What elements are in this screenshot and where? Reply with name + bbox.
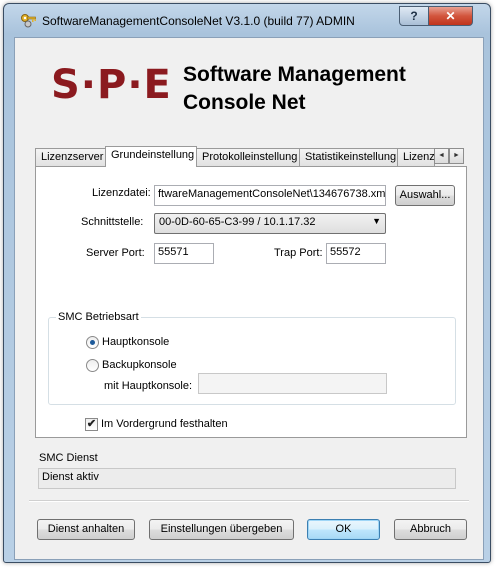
cancel-button[interactable]: Abbruch [394,519,467,540]
main-console-input[interactable] [198,373,387,394]
service-section-title: SMC Dienst [39,452,98,464]
stop-service-button[interactable]: Dienst anhalten [37,519,135,540]
close-button[interactable]: ✕ [428,6,473,26]
mode-group-title: SMC Betriebsart [56,311,141,323]
tab-grundeinstellung[interactable]: Grundeinstellung [105,146,197,167]
tab-scroll-right-icon[interactable]: ► [449,148,464,164]
interface-label: Schnittstelle: [81,216,144,228]
apply-settings-button[interactable]: Einstellungen übergeben [149,519,294,540]
foreground-checkbox[interactable]: ✔ [85,418,98,431]
trap-port-label: Trap Port: [274,247,323,259]
ok-button[interactable]: OK [307,519,380,540]
main-console-label: mit Hauptkonsole: [104,380,193,392]
foreground-checkbox-label[interactable]: Im Vordergrund festhalten [101,418,228,430]
tab-statistikeinstellung[interactable]: Statistikeinstellung [299,148,398,166]
server-port-label: Server Port: [86,247,145,259]
radio-backupkonsole-label[interactable]: Backupkonsole [102,359,177,371]
help-button[interactable]: ? [399,6,429,26]
radio-hauptkonsole[interactable] [86,336,99,349]
dialog-client-area: S·P·E Software Management Console Net Li… [14,37,484,560]
window-title: SoftwareManagementConsoleNet V3.1.0 (bui… [42,14,355,28]
tab-lizenzserver[interactable]: Lizenzserver [35,148,106,166]
radio-backupkonsole[interactable] [86,359,99,372]
tab-panel-grundeinstellung: Lizenzdatei: ftwareManagementConsoleNet\… [35,166,467,438]
service-status-field: Dienst aktiv [38,468,456,489]
tab-scroll-left-icon[interactable]: ◄ [434,148,449,164]
trap-port-input[interactable]: 55572 [326,243,386,264]
chevron-down-icon[interactable]: ▼ [372,216,381,226]
license-file-input[interactable]: ftwareManagementConsoleNet\134676738.xml [154,185,386,206]
product-name-line1: Software Management [183,63,406,86]
radio-hauptkonsole-label[interactable]: Hauptkonsole [102,336,169,348]
keys-icon [21,14,36,28]
tab-protokolleinstellung[interactable]: Protokolleinstellung [196,148,300,166]
license-file-label: Lizenzdatei: [92,187,151,199]
radio-selected-dot [90,340,95,345]
tab-lizenz[interactable]: Lizenz [397,148,435,166]
interface-select-value: 00-0D-60-65-C3-99 / 10.1.17.32 [159,216,316,228]
browse-button[interactable]: Auswahl... [395,185,455,206]
product-name-line2: Console Net [183,91,306,114]
interface-select[interactable]: 00-0D-60-65-C3-99 / 10.1.17.32 ▼ [154,213,386,234]
product-name: Software Management Console Net [183,61,406,117]
spe-logo: S·P·E [51,62,172,108]
close-icon[interactable]: ✕ [445,9,455,23]
server-port-input[interactable]: 55571 [154,243,214,264]
main-window: SoftwareManagementConsoleNet V3.1.0 (bui… [3,3,491,563]
divider [29,500,469,502]
